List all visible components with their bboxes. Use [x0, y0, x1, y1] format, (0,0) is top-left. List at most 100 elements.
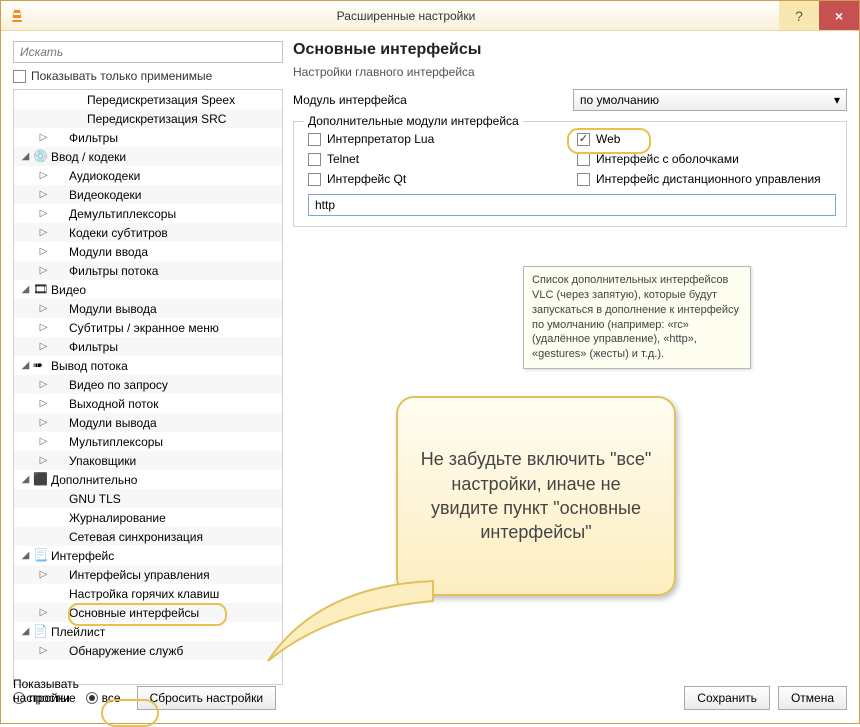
tree-label: Интерфейсы управления	[69, 568, 210, 582]
disclosure-icon: ◢	[20, 151, 31, 162]
tree-item[interactable]: ▷Фильтры	[14, 128, 282, 147]
cancel-button[interactable]: Отмена	[778, 686, 847, 710]
tree-icon	[51, 434, 67, 450]
disclosure-icon: ▷	[38, 607, 49, 618]
tree-item[interactable]: ◢⬛Дополнительно	[14, 470, 282, 489]
panel-heading: Основные интерфейсы	[293, 41, 847, 59]
tree-item[interactable]: Настройка горячих клавиш	[14, 584, 282, 603]
tree-label: GNU TLS	[69, 492, 121, 506]
close-button[interactable]: ×	[819, 1, 859, 30]
tree-label: Сетевая синхронизация	[69, 530, 203, 544]
disclosure-icon: ▷	[38, 170, 49, 181]
tree-item[interactable]: ▷Основные интерфейсы	[14, 603, 282, 622]
disclosure-icon: ▷	[38, 341, 49, 352]
tree-item[interactable]: ▷Субтитры / экранное меню	[14, 318, 282, 337]
tree-icon	[51, 415, 67, 431]
tree-label: Видеокодеки	[69, 188, 141, 202]
cb-web[interactable]: Web	[577, 132, 836, 146]
sidebar: Показывать только применимые Передискрет…	[13, 41, 283, 685]
extra-interfaces-input[interactable]	[308, 194, 836, 216]
settings-tree[interactable]: Передискретизация SpeexПередискретизация…	[13, 89, 283, 685]
tree-label: Настройка горячих клавиш	[69, 587, 219, 601]
reset-button[interactable]: Сбросить настройки	[137, 686, 276, 710]
cb-telnet[interactable]: Telnet	[308, 152, 567, 166]
search-input[interactable]	[13, 41, 283, 63]
tree-label: Плейлист	[51, 625, 105, 639]
tree-icon: ➠	[33, 358, 49, 374]
tree-item[interactable]: ◢📄Плейлист	[14, 622, 282, 641]
tree-item[interactable]: ▷Мультиплексоры	[14, 432, 282, 451]
tree-icon	[51, 225, 67, 241]
tree-item[interactable]: ▷ Модули ввода	[14, 242, 282, 261]
tree-item[interactable]: ▷Демультиплексоры	[14, 204, 282, 223]
interface-module-select[interactable]: по умолчанию ▾	[573, 89, 847, 111]
tree-item[interactable]: ▷ Фильтры потока	[14, 261, 282, 280]
tree-label: Фильтры потока	[69, 264, 158, 278]
tree-item[interactable]: ▷Модули вывода	[14, 413, 282, 432]
tree-item[interactable]: ▷Видео по запросу	[14, 375, 282, 394]
tree-icon	[51, 643, 67, 659]
tree-label: Модули вывода	[69, 302, 157, 316]
tree-item[interactable]: ▷ Аудиокодеки	[14, 166, 282, 185]
panel-subheading: Настройки главного интерфейса	[293, 65, 847, 79]
tree-icon	[51, 187, 67, 203]
show-applicable-checkbox[interactable]: Показывать только применимые	[13, 69, 283, 83]
tree-item[interactable]: ▷Кодеки субтитров	[14, 223, 282, 242]
cb-qt[interactable]: Интерфейс Qt	[308, 172, 567, 186]
disclosure-icon: ▷	[38, 417, 49, 428]
cb-remote[interactable]: Интерфейс дистанционного управления	[577, 172, 836, 186]
tree-label: Вывод потока	[51, 359, 128, 373]
tree-item[interactable]: ▷Видеокодеки	[14, 185, 282, 204]
show-settings-label: Показывать настройки	[13, 677, 121, 705]
tree-icon	[51, 320, 67, 336]
cb-lua[interactable]: Интерпретатор Lua	[308, 132, 567, 146]
tree-icon	[51, 396, 67, 412]
disclosure-icon: ▷	[38, 455, 49, 466]
titlebar: Расширенные настройки ? ×	[1, 1, 859, 31]
tree-icon	[69, 92, 85, 108]
tree-label: Журналирование	[69, 511, 166, 525]
tree-item[interactable]: ▷ Фильтры	[14, 337, 282, 356]
tree-item[interactable]: ◢➠Вывод потока	[14, 356, 282, 375]
vlc-icon	[9, 8, 25, 24]
disclosure-icon: ◢	[20, 284, 31, 295]
callout-text: Не забудьте включить "все" настройки, ин…	[416, 447, 656, 544]
tree-item[interactable]: ▷Выходной поток	[14, 394, 282, 413]
tree-icon: 🎞	[33, 282, 49, 298]
tree-icon	[51, 168, 67, 184]
tree-item[interactable]: Передискретизация Speex	[14, 90, 282, 109]
tree-item[interactable]: ◢📃Интерфейс	[14, 546, 282, 565]
tree-icon: 📄	[33, 624, 49, 640]
disclosure-icon: ▷	[38, 569, 49, 580]
tree-item[interactable]: Журналирование	[14, 508, 282, 527]
tree-icon	[51, 263, 67, 279]
tree-label: Кодеки субтитров	[69, 226, 168, 240]
tree-item[interactable]: ▷Обнаружение служб	[14, 641, 282, 660]
help-button[interactable]: ?	[779, 1, 819, 30]
tree-item[interactable]: Сетевая синхронизация	[14, 527, 282, 546]
disclosure-icon: ▷	[38, 265, 49, 276]
interface-module-label: Модуль интерфейса	[293, 93, 573, 107]
tree-label: Видео по запросу	[69, 378, 168, 392]
tree-label: Модули ввода	[69, 245, 148, 259]
tree-label: Упаковщики	[69, 454, 136, 468]
tree-item[interactable]: ▷ Интерфейсы управления	[14, 565, 282, 584]
tree-item[interactable]: Передискретизация SRC	[14, 109, 282, 128]
tree-item[interactable]: GNU TLS	[14, 489, 282, 508]
tree-label: Фильтры	[69, 340, 118, 354]
show-applicable-label: Показывать только применимые	[31, 69, 212, 83]
tree-label: Аудиокодеки	[69, 169, 140, 183]
checkbox-icon	[13, 70, 26, 83]
tree-label: Ввод / кодеки	[51, 150, 126, 164]
tree-item[interactable]: ▷ Упаковщики	[14, 451, 282, 470]
disclosure-icon: ◢	[20, 550, 31, 561]
tree-item[interactable]: ◢💿Ввод / кодеки	[14, 147, 282, 166]
tree-icon	[69, 111, 85, 127]
save-button[interactable]: Сохранить	[684, 686, 770, 710]
cb-skins[interactable]: Интерфейс с оболочками	[577, 152, 836, 166]
tree-item[interactable]: ◢🎞Видео	[14, 280, 282, 299]
advanced-prefs-window: Расширенные настройки ? × Показывать тол…	[0, 0, 860, 724]
disclosure-icon: ▷	[38, 246, 49, 257]
disclosure-icon: ▷	[38, 322, 49, 333]
tree-item[interactable]: ▷Модули вывода	[14, 299, 282, 318]
